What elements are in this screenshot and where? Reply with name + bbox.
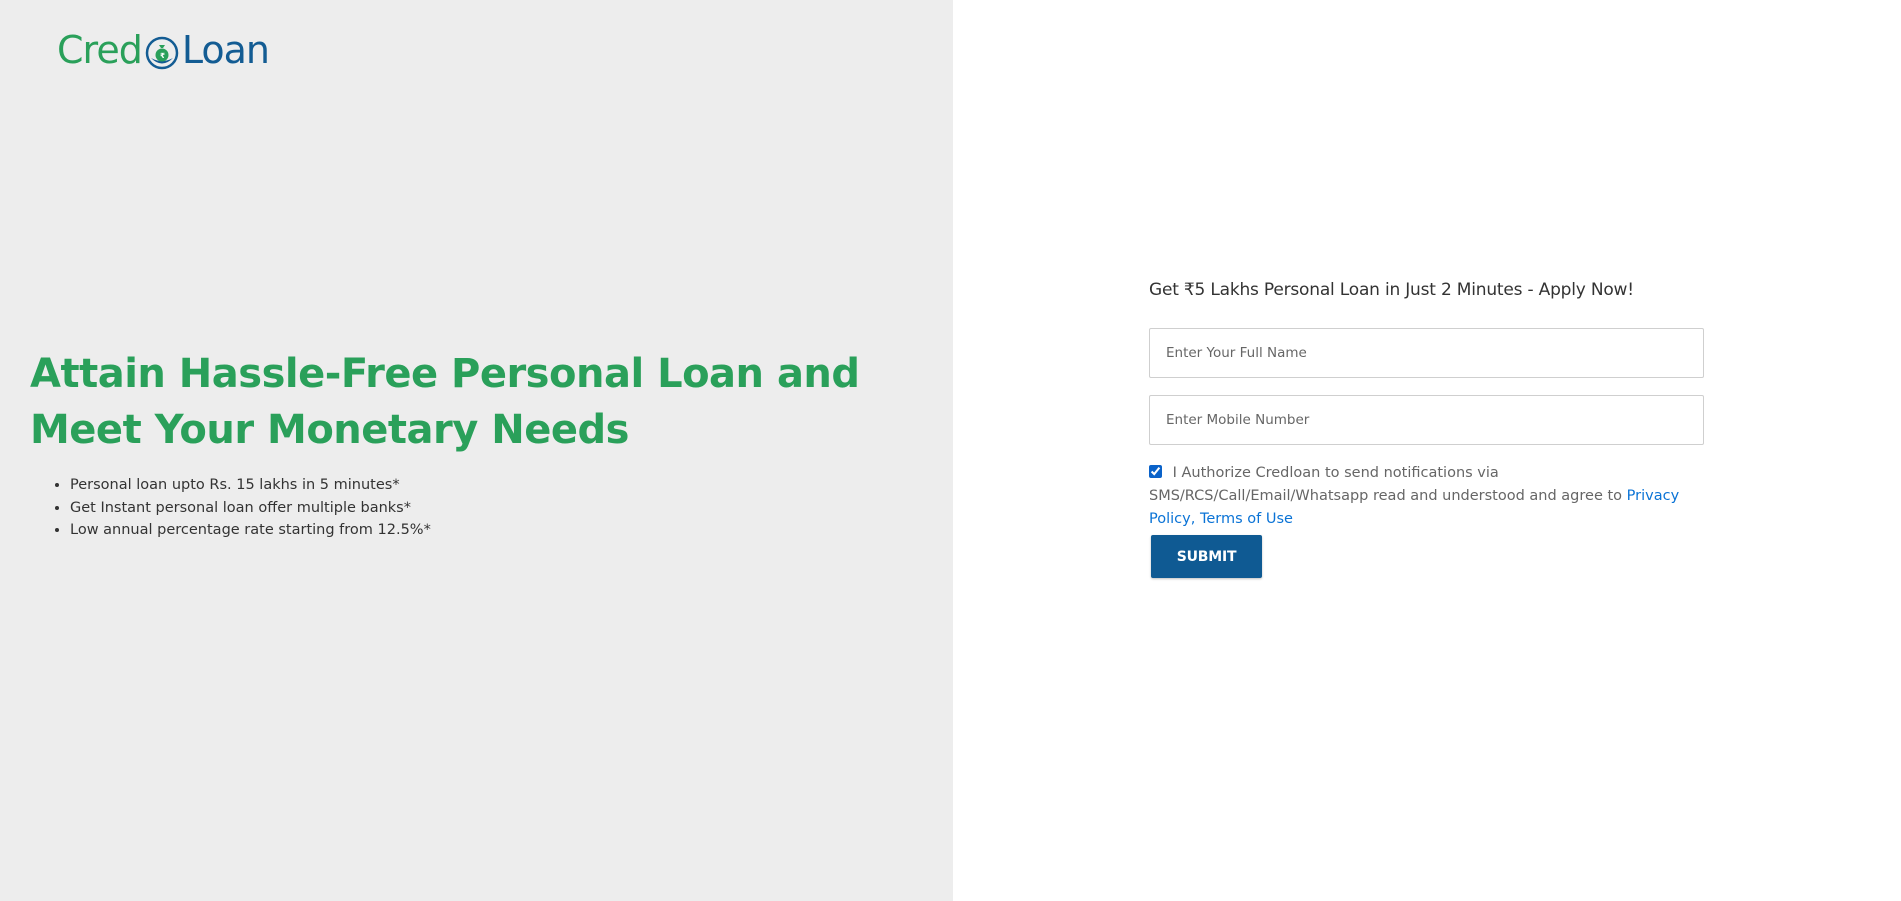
full-name-input[interactable]: [1149, 328, 1704, 378]
consent-checkbox[interactable]: [1149, 465, 1162, 478]
money-bag-icon: ₹: [145, 33, 179, 70]
form-panel: Get ₹5 Lakhs Personal Loan in Just 2 Min…: [953, 0, 1901, 901]
submit-button[interactable]: SUBMIT: [1151, 535, 1262, 578]
consent-block: I Authorize Credloan to send notificatio…: [1149, 462, 1719, 531]
form-heading: Get ₹5 Lakhs Personal Loan in Just 2 Min…: [1149, 280, 1634, 300]
hero-panel: Cred ₹ Loan Attain Hassle-Free Personal …: [0, 0, 953, 901]
page: Cred ₹ Loan Attain Hassle-Free Personal …: [0, 0, 1901, 901]
feature-item: Personal loan upto Rs. 15 lakhs in 5 min…: [70, 474, 431, 497]
logo-text-loan: Loan: [181, 28, 270, 72]
feature-list: Personal loan upto Rs. 15 lakhs in 5 min…: [30, 474, 431, 542]
feature-item: Low annual percentage rate starting from…: [70, 519, 431, 542]
terms-of-use-link[interactable]: Terms of Use: [1200, 511, 1293, 527]
mobile-number-input[interactable]: [1149, 395, 1704, 445]
hero-title: Attain Hassle-Free Personal Loan and Mee…: [30, 351, 860, 453]
feature-item: Get Instant personal loan offer multiple…: [70, 497, 431, 520]
brand-logo[interactable]: Cred ₹ Loan: [57, 26, 270, 74]
logo-text-cred: Cred: [57, 28, 143, 72]
consent-text: I Authorize Credloan to send notificatio…: [1149, 465, 1623, 504]
